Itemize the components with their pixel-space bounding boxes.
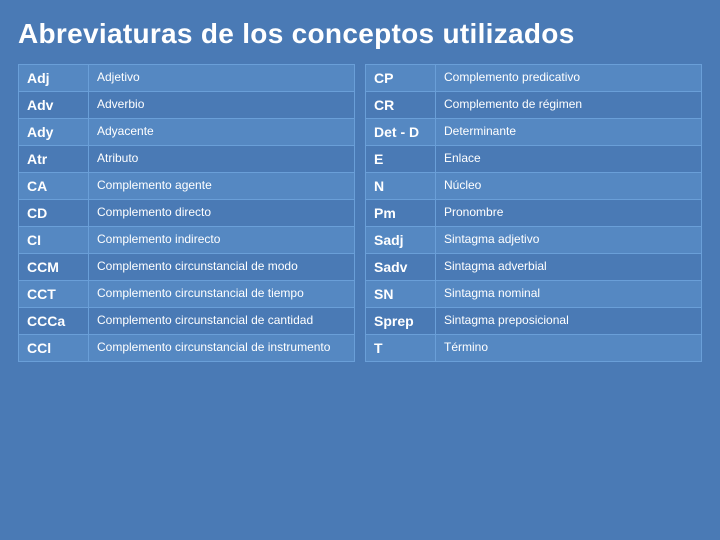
abbr-cell: E <box>366 146 436 173</box>
abbr-cell: Atr <box>19 146 89 173</box>
table-row: CCMComplemento circunstancial de modo <box>19 254 355 281</box>
definition-cell: Pronombre <box>436 200 702 227</box>
table-row: CPComplemento predicativo <box>366 65 702 92</box>
table-row: SNSintagma nominal <box>366 281 702 308</box>
definition-cell: Complemento circunstancial de tiempo <box>89 281 355 308</box>
table-row: AdjAdjetivo <box>19 65 355 92</box>
abbr-cell: Sadj <box>366 227 436 254</box>
abbr-cell: CCT <box>19 281 89 308</box>
table-row: CAComplemento agente <box>19 173 355 200</box>
right-table: CPComplemento predicativoCRComplemento d… <box>365 64 702 362</box>
table-row: CCCaComplemento circunstancial de cantid… <box>19 308 355 335</box>
abbr-cell: N <box>366 173 436 200</box>
table-row: CDComplemento directo <box>19 200 355 227</box>
abbr-cell: CA <box>19 173 89 200</box>
abbr-cell: Pm <box>366 200 436 227</box>
table-row: CIComplemento indirecto <box>19 227 355 254</box>
abbr-cell: CD <box>19 200 89 227</box>
definition-cell: Sintagma adjetivo <box>436 227 702 254</box>
abbr-cell: CCl <box>19 335 89 362</box>
table-row: CClComplemento circunstancial de instrum… <box>19 335 355 362</box>
definition-cell: Sintagma preposicional <box>436 308 702 335</box>
table-row: CCTComplemento circunstancial de tiempo <box>19 281 355 308</box>
page: Abreviaturas de los conceptos utilizados… <box>0 0 720 540</box>
definition-cell: Núcleo <box>436 173 702 200</box>
definition-cell: Complemento circunstancial de modo <box>89 254 355 281</box>
abbr-cell: CP <box>366 65 436 92</box>
table-row: EEnlace <box>366 146 702 173</box>
definition-cell: Adverbio <box>89 92 355 119</box>
table-row: TTérmino <box>366 335 702 362</box>
abbr-cell: T <box>366 335 436 362</box>
abbr-cell: CCCa <box>19 308 89 335</box>
definition-cell: Atributo <box>89 146 355 173</box>
definition-cell: Enlace <box>436 146 702 173</box>
definition-cell: Sintagma adverbial <box>436 254 702 281</box>
definition-cell: Adyacente <box>89 119 355 146</box>
abbr-cell: CI <box>19 227 89 254</box>
page-title: Abreviaturas de los conceptos utilizados <box>18 18 702 50</box>
table-row: AdyAdyacente <box>19 119 355 146</box>
tables-wrapper: AdjAdjetivoAdvAdverbioAdyAdyacenteAtrAtr… <box>18 64 702 362</box>
definition-cell: Determinante <box>436 119 702 146</box>
abbr-cell: Det - D <box>366 119 436 146</box>
definition-cell: Complemento circunstancial de cantidad <box>89 308 355 335</box>
definition-cell: Complemento predicativo <box>436 65 702 92</box>
table-row: SprepSintagma preposicional <box>366 308 702 335</box>
abbr-cell: SN <box>366 281 436 308</box>
abbr-cell: Ady <box>19 119 89 146</box>
definition-cell: Término <box>436 335 702 362</box>
definition-cell: Sintagma nominal <box>436 281 702 308</box>
definition-cell: Adjetivo <box>89 65 355 92</box>
definition-cell: Complemento de régimen <box>436 92 702 119</box>
abbr-cell: Adj <box>19 65 89 92</box>
definition-cell: Complemento circunstancial de instrument… <box>89 335 355 362</box>
table-row: CRComplemento de régimen <box>366 92 702 119</box>
abbr-cell: Sprep <box>366 308 436 335</box>
abbr-cell: CCM <box>19 254 89 281</box>
abbr-cell: Sadv <box>366 254 436 281</box>
definition-cell: Complemento agente <box>89 173 355 200</box>
abbr-cell: CR <box>366 92 436 119</box>
table-row: AtrAtributo <box>19 146 355 173</box>
table-row: NNúcleo <box>366 173 702 200</box>
definition-cell: Complemento indirecto <box>89 227 355 254</box>
table-row: AdvAdverbio <box>19 92 355 119</box>
table-row: PmPronombre <box>366 200 702 227</box>
table-row: SadvSintagma adverbial <box>366 254 702 281</box>
left-table: AdjAdjetivoAdvAdverbioAdyAdyacenteAtrAtr… <box>18 64 355 362</box>
definition-cell: Complemento directo <box>89 200 355 227</box>
abbr-cell: Adv <box>19 92 89 119</box>
table-row: Det - DDeterminante <box>366 119 702 146</box>
table-row: SadjSintagma adjetivo <box>366 227 702 254</box>
